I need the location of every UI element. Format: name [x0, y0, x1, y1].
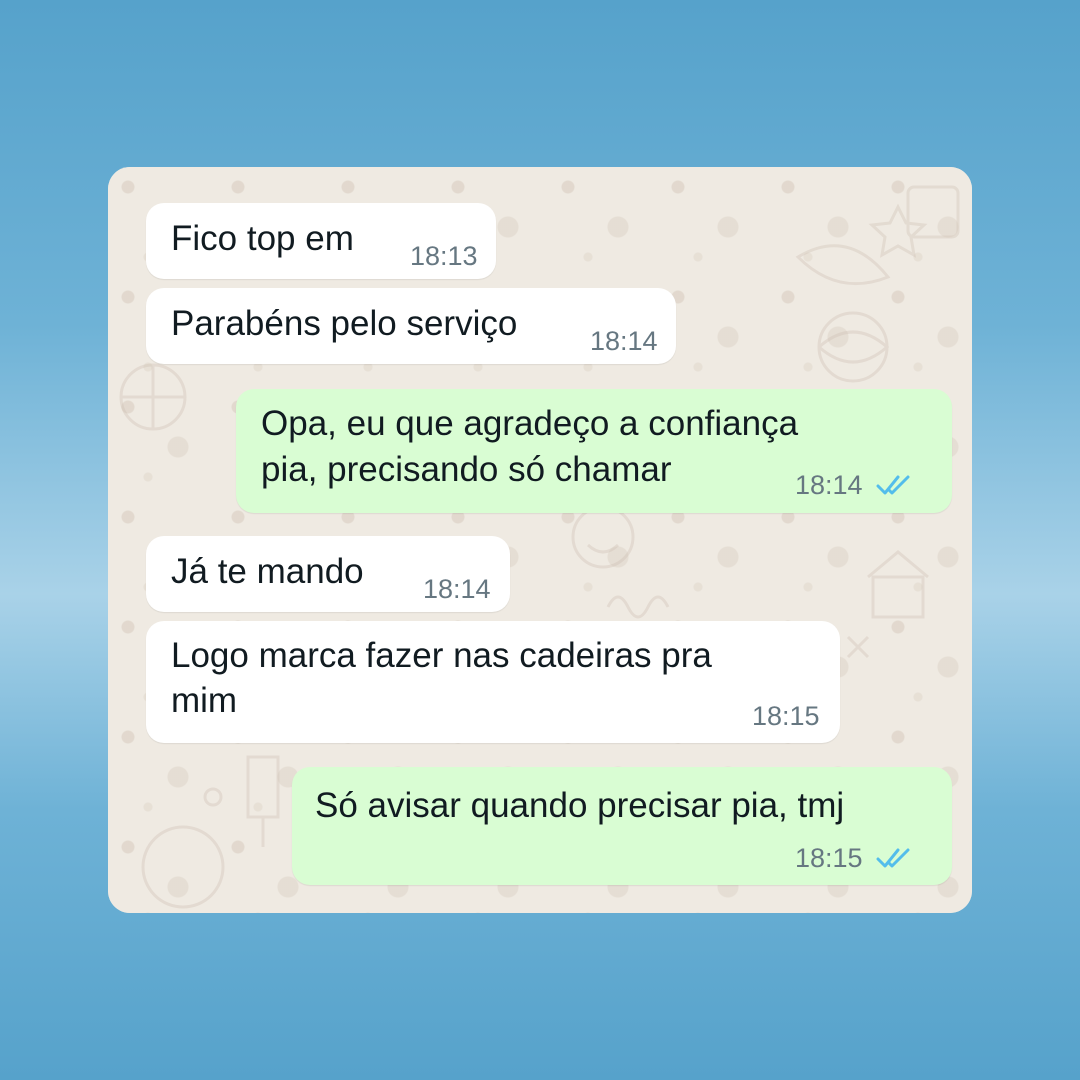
double-check-read-icon — [876, 475, 910, 495]
doodle-leaf — [795, 244, 891, 286]
doodle-star — [868, 203, 928, 258]
doodle-frame — [906, 185, 960, 239]
message-text: Parabéns pelo serviço — [171, 304, 518, 343]
double-check-read-icon — [876, 848, 910, 868]
message-text-line-2: mim — [171, 681, 238, 720]
doodle-house — [871, 575, 925, 619]
message-timestamp: 18:13 — [410, 241, 478, 271]
message-bubble-incoming[interactable]: Fico top em 18:13 — [146, 203, 496, 279]
message-bubble-outgoing[interactable]: Opa, eu que agradeço a confiança pia, pr… — [236, 389, 952, 513]
message-timestamp: 18:14 — [795, 470, 863, 500]
doodle-smile — [571, 505, 635, 569]
message-bubble-incoming[interactable]: Logo marca fazer nas cadeiras pra mim 18… — [146, 621, 840, 743]
message-text-line-1: Opa, eu que agradeço a confiança — [261, 404, 799, 443]
doodle-popsicle — [246, 755, 280, 847]
doodle-wave — [606, 595, 670, 619]
message-text: Já te mando — [171, 552, 364, 591]
doodle-smile-mouth — [586, 543, 620, 554]
chat-window: Fico top em 18:13 Parabéns pelo serviço … — [108, 167, 972, 913]
message-text-line-1: Logo marca fazer nas cadeiras pra — [171, 636, 712, 675]
message-timestamp: 18:15 — [752, 701, 820, 731]
message-timestamp: 18:14 — [590, 326, 658, 356]
message-text: Só avisar quando precisar pia, tmj — [315, 786, 845, 825]
message-bubble-outgoing[interactable]: Só avisar quando precisar pia, tmj 18:15 — [292, 767, 952, 885]
message-bubble-incoming[interactable]: Já te mando 18:14 — [146, 536, 510, 612]
doodle-cross — [846, 635, 870, 659]
doodle-dot-1 — [203, 787, 223, 807]
doodle-ball — [817, 311, 889, 383]
message-timestamp: 18:14 — [423, 574, 491, 604]
message-text-line-2: pia, precisando só chamar — [261, 450, 672, 489]
doodle-house-roof — [867, 550, 929, 579]
doodle-ball-line — [818, 330, 890, 364]
message-timestamp: 18:15 — [795, 843, 863, 873]
message-bubble-incoming[interactable]: Parabéns pelo serviço 18:14 — [146, 288, 676, 364]
message-text: Fico top em — [171, 219, 354, 258]
doodle-face — [141, 825, 225, 909]
